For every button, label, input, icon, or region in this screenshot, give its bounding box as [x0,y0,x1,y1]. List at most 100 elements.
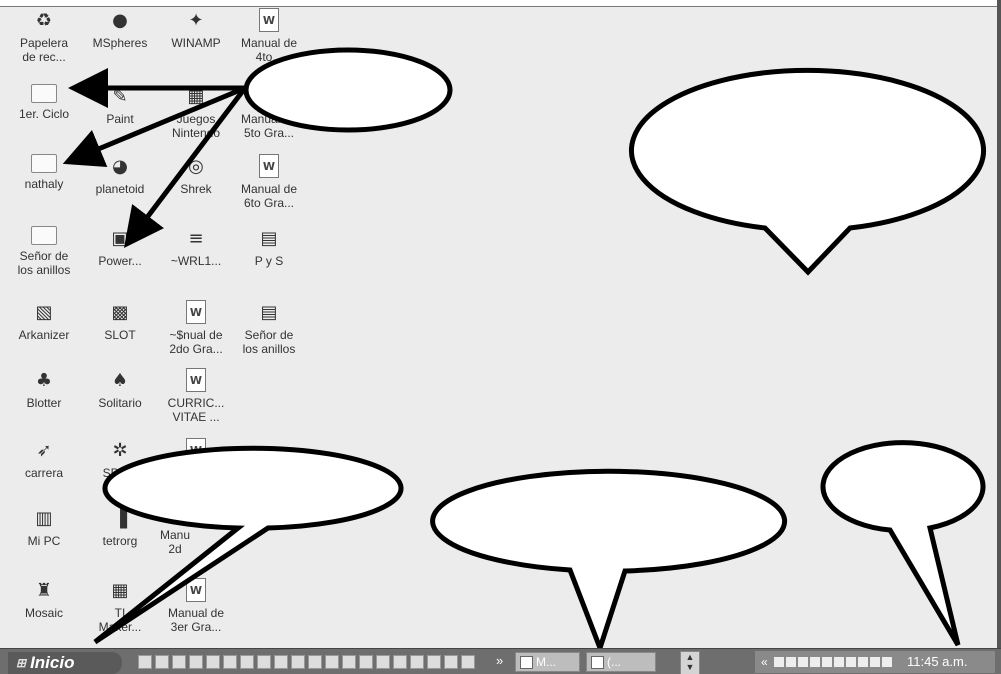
tray-icon[interactable] [834,657,844,667]
desktop-icon-shrek[interactable]: ◎ Shrek [160,154,232,196]
desktop-icon-manual-3er[interactable]: W Manual de 3er Gra... [160,578,232,634]
icon-label: MSpheres [84,36,156,50]
quick-launch-icon[interactable] [410,655,424,669]
desktop-icon-slot[interactable]: ▩ SLOT [84,300,156,342]
desktop-icon-senor-anillos-folder[interactable]: Señor de los anillos [8,226,80,277]
taskbar-scroll[interactable]: ▲ ▼ [680,651,700,674]
desktop-icon-senor-anillos-doc[interactable]: ▤ Señor de los anillos [233,300,305,356]
quick-launch-icon[interactable] [308,655,322,669]
quick-launch-icon[interactable] [444,655,458,669]
start-button[interactable]: ⊞ Inicio [8,652,122,674]
tray-icon[interactable] [810,657,820,667]
desktop-icon-manual-6to[interactable]: W Manual de 6to Gra... [233,154,305,210]
tray-icon[interactable] [882,657,892,667]
icon-label: Juegos [160,112,232,126]
desktop-icon-spball[interactable]: ✲ SPball [84,438,156,480]
desktop-icon-power[interactable]: ▣ Power... [84,226,156,268]
desktop-icon-recycle-bin[interactable]: ♻ Papelera de rec... [8,8,80,64]
tray-icon[interactable] [798,657,808,667]
desktop-icon-mosaic[interactable]: ♜ Mosaic [8,578,80,620]
scroll-up-icon[interactable]: ▲ [681,652,699,662]
tray-icon[interactable] [774,657,784,667]
quick-launch-icon[interactable] [155,655,169,669]
tray-expand-icon[interactable]: « [761,655,768,669]
icon-label: Power... [84,254,156,268]
clock[interactable]: 11:45 a.m. [907,654,967,669]
tray-icon[interactable] [870,657,880,667]
quick-launch-icon[interactable] [240,655,254,669]
tray-icon[interactable] [786,657,796,667]
cards-icon: ♠ [107,368,133,392]
quick-launch-icon[interactable] [172,655,186,669]
desktop-icon-tetrorg[interactable]: ▐ tetrorg [84,506,156,548]
icon-label: Manual de [233,36,305,50]
desktop-icon-mi-pc[interactable]: ▥ Mi PC [8,506,80,548]
quick-launch-chevron-icon[interactable]: » [496,653,503,668]
quick-launch-icon[interactable] [291,655,305,669]
scroll-down-icon[interactable]: ▼ [681,662,699,672]
desktop-icon-solitario[interactable]: ♠ Solitario [84,368,156,410]
tray-icon[interactable] [858,657,868,667]
desktop-icon-arkanizer[interactable]: ▧ Arkanizer [8,300,80,342]
task-button-word[interactable]: M... [515,652,580,672]
recycle-bin-icon: ♻ [31,8,57,32]
icon-label-line2: 3er Gra... [160,620,232,634]
word-doc-icon: W [259,154,279,178]
quick-launch-icon[interactable] [393,655,407,669]
quick-launch-icon[interactable] [359,655,373,669]
desktop-icon-carrera[interactable]: ➶ carrera [8,438,80,480]
planet-icon: ◕ [107,154,133,178]
nintendo-icon: ▦ [183,84,209,108]
tray-icon[interactable] [846,657,856,667]
desktop-icon-manual-2do-temp[interactable]: W ~$nual de 2do Gra... [160,300,232,356]
desktop-icon-mspheres[interactable]: ● MSpheres [84,8,156,50]
desktop-icon-winamp[interactable]: ✦ WINAMP [160,8,232,50]
blotter-icon: ♣ [31,368,57,392]
desktop-icon-wrl1[interactable]: ≡ ~WRL1... [160,226,232,268]
desktop-icon-manual-4to[interactable]: W Manual de 4to... [233,8,305,64]
desktop-icon-manual-2do[interactable]: Manu 2d [150,528,200,556]
document-icon: ▤ [256,226,282,250]
desktop-icon-p-y-s[interactable]: ▤ P y S [233,226,305,268]
computer-icon: ▥ [31,506,57,530]
icon-label: Mi PC [8,534,80,548]
quick-launch-icon[interactable] [257,655,271,669]
icon-label-line2: los anillos [233,342,305,356]
icon-label: planetoid [84,182,156,196]
slot-icon: ▩ [107,300,133,324]
desktop-icon-blotter[interactable]: ♣ Blotter [8,368,80,410]
quick-launch-icon[interactable] [274,655,288,669]
icon-label: WINAMP [160,36,232,50]
tray-icons [774,657,892,667]
desktop-icon-manual-5to[interactable]: W Manual de 5to Gra... [233,84,305,140]
desktop-icon-1er-ciclo[interactable]: 1er. Ciclo [8,84,80,121]
quick-launch-icon[interactable] [206,655,220,669]
icon-label-line2: de rec... [8,50,80,64]
desktop-icon-nathaly[interactable]: nathaly [8,154,80,191]
quick-launch-icon[interactable] [138,655,152,669]
desktop-icon-doc-hidden[interactable]: W [160,438,232,466]
desktop-icon-ti-maker[interactable]: ▦ TI Maker... [84,578,156,634]
quick-launch-icon[interactable] [189,655,203,669]
icon-label-line2: 5to Gra... [233,126,305,140]
quick-launch-icon[interactable] [427,655,441,669]
desktop-icon-juegos-nintendo[interactable]: ▦ Juegos Nintendo [160,84,232,140]
quick-launch-icon[interactable] [223,655,237,669]
folder-icon [31,84,57,103]
icon-label: SLOT [84,328,156,342]
quick-launch-icon[interactable] [461,655,475,669]
icon-label-line2: 6to Gra... [233,196,305,210]
quick-launch-icon[interactable] [342,655,356,669]
icon-label: carrera [8,466,80,480]
icon-label: 1er. Ciclo [8,107,80,121]
icon-label-line2: 4to... [233,50,305,64]
word-doc-icon: W [259,8,279,32]
desktop-icon-planetoid[interactable]: ◕ planetoid [84,154,156,196]
tray-icon[interactable] [822,657,832,667]
quick-launch-icon[interactable] [325,655,339,669]
quick-launch-icon[interactable] [376,655,390,669]
task-button-2[interactable]: (... [586,652,656,672]
desktop-icon-paint[interactable]: ✎ Paint [84,84,156,126]
icon-label: P y S [233,254,305,268]
desktop-icon-curriculum[interactable]: W CURRIC... VITAE ... [160,368,232,424]
